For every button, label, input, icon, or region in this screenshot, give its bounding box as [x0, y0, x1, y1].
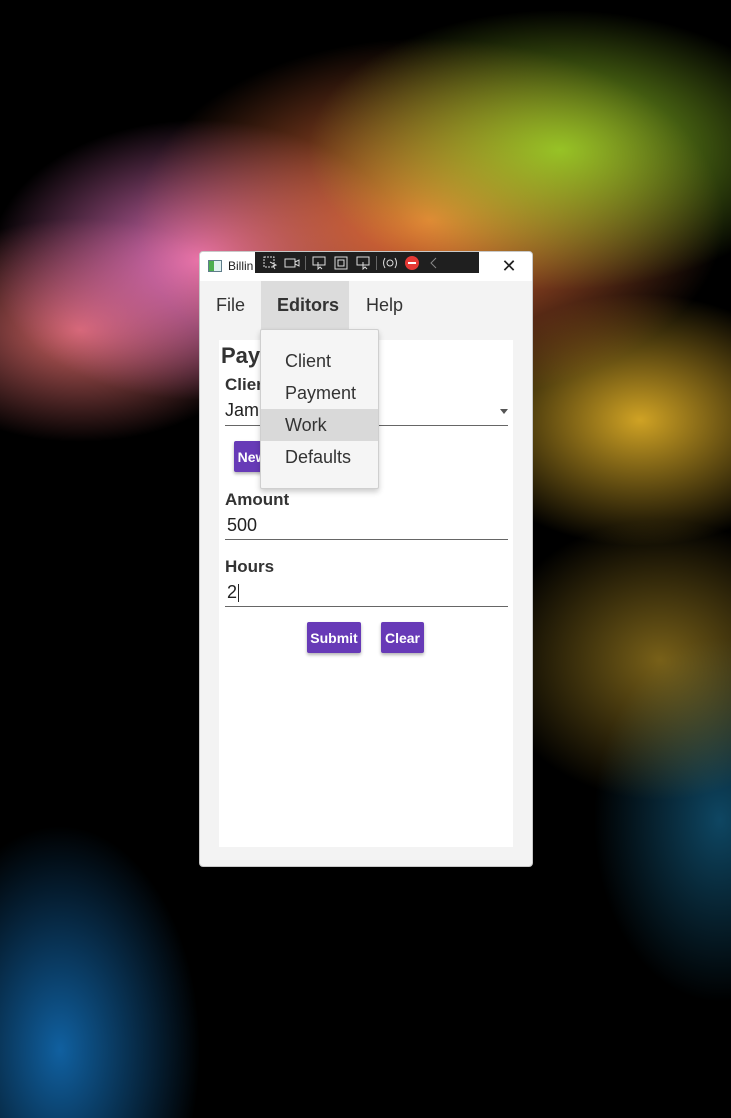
- menu-item-payment[interactable]: Payment: [261, 377, 378, 409]
- client-select-value[interactable]: Jam: [225, 400, 259, 421]
- toolbar-divider: [376, 255, 377, 270]
- menu-item-payment-label: Payment: [285, 382, 357, 403]
- menu-help-label: Help: [366, 294, 404, 315]
- text-caret: [238, 584, 240, 603]
- menu-file[interactable]: File: [200, 281, 261, 329]
- title-bar[interactable]: Billin ✕: [200, 252, 532, 281]
- editors-dropdown-menu: Client Payment Work Defaults: [260, 329, 379, 489]
- amount-input-underline: [225, 539, 508, 540]
- close-button[interactable]: ✕: [486, 252, 532, 281]
- stop-icon[interactable]: [401, 254, 423, 272]
- pointer-icon[interactable]: [308, 254, 330, 272]
- select-element-icon[interactable]: [259, 254, 281, 272]
- debug-toolbar: [255, 252, 479, 273]
- menu-help[interactable]: Help: [350, 281, 419, 329]
- menu-item-defaults-label: Defaults: [285, 446, 352, 467]
- menu-item-work[interactable]: Work: [261, 409, 378, 441]
- close-icon: ✕: [501, 256, 517, 276]
- menu-item-work-label: Work: [285, 414, 327, 435]
- client-label: Clier: [225, 375, 263, 394]
- chevron-down-icon[interactable]: [500, 409, 508, 414]
- menu-bar: File Editors Help: [200, 281, 532, 329]
- menu-item-client-label: Client: [285, 350, 332, 371]
- collapse-icon[interactable]: [423, 254, 445, 272]
- page-title: Pay: [221, 343, 261, 368]
- window-title: Billin: [228, 259, 254, 273]
- hours-input[interactable]: 2: [227, 582, 240, 603]
- hours-input-underline: [225, 606, 508, 607]
- menu-item-client[interactable]: Client: [261, 345, 378, 377]
- amount-label: Amount: [225, 490, 290, 509]
- clear-button[interactable]: Clear: [381, 622, 424, 653]
- record-icon[interactable]: [281, 254, 303, 272]
- display-icon[interactable]: [352, 254, 374, 272]
- menu-file-label: File: [216, 294, 246, 315]
- amount-input[interactable]: 500: [227, 515, 257, 536]
- layout-icon[interactable]: [330, 254, 352, 272]
- menu-editors-label: Editors: [277, 294, 340, 315]
- hours-input-value: 2: [227, 582, 238, 602]
- menu-editors[interactable]: Editors: [261, 281, 349, 329]
- clear-button-label: Clear: [384, 629, 421, 646]
- submit-button[interactable]: Submit: [307, 622, 361, 653]
- menu-item-defaults[interactable]: Defaults: [261, 441, 378, 473]
- app-icon: [208, 260, 222, 272]
- toolbar-divider: [305, 255, 306, 270]
- submit-button-label: Submit: [310, 629, 358, 646]
- hot-reload-icon[interactable]: [379, 254, 401, 272]
- hours-label: Hours: [225, 557, 275, 576]
